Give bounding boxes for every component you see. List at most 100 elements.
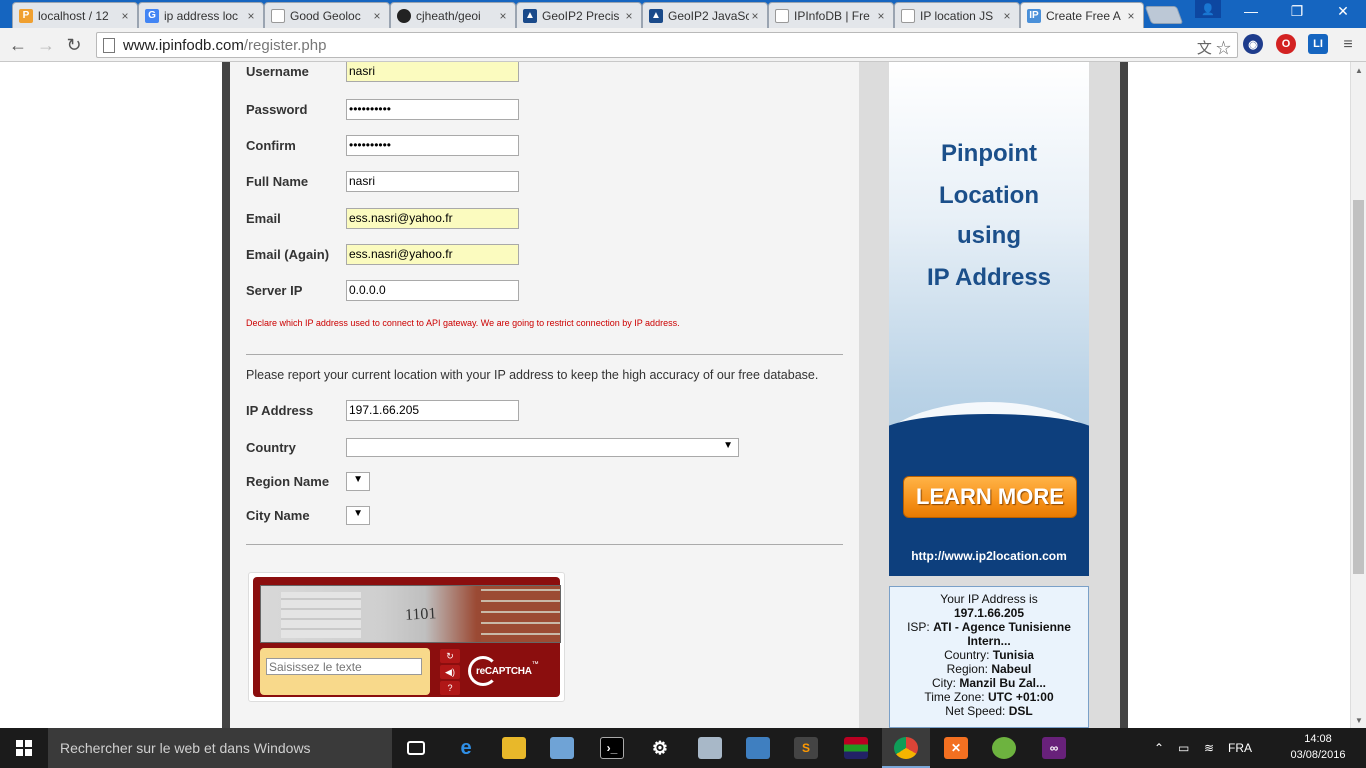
close-tab-icon[interactable]: × — [119, 9, 131, 23]
server-ip-input[interactable] — [346, 279, 519, 301]
ip2location-ad[interactable]: Pinpoint Location using IP Address LEARN… — [889, 62, 1089, 576]
spring-tool-icon[interactable] — [980, 728, 1028, 768]
page-info-icon[interactable] — [103, 37, 115, 53]
winrar-icon[interactable] — [832, 728, 880, 768]
network-app-icon[interactable] — [686, 728, 734, 768]
scrollbar-thumb[interactable] — [1353, 200, 1364, 574]
cmd-icon[interactable]: ›_ — [588, 728, 636, 768]
ad-line: Pinpoint — [941, 140, 1037, 167]
github-icon — [397, 8, 411, 23]
bookmark-star-icon[interactable]: 文 ☆ — [1197, 37, 1231, 58]
tab-create-free-account[interactable]: IP Create Free A × — [1020, 2, 1144, 28]
remote-desktop-icon[interactable] — [734, 728, 782, 768]
location-report-text: Please report your current location with… — [246, 368, 819, 382]
refresh-captcha-icon[interactable]: ↻ — [440, 649, 460, 663]
net-speed-value: DSL — [1008, 704, 1033, 718]
task-view-icon[interactable] — [392, 728, 440, 768]
close-tab-icon[interactable]: × — [1001, 9, 1013, 23]
battery-icon[interactable]: ▭ — [1178, 728, 1189, 768]
close-tab-icon[interactable]: × — [749, 9, 761, 23]
region-select[interactable]: ▼ — [346, 471, 370, 491]
menu-icon[interactable]: ≡ — [1336, 33, 1360, 57]
email-input[interactable] — [346, 207, 519, 229]
taskbar-search-box[interactable]: Rechercher sur le web et dans Windows — [48, 728, 392, 768]
audio-captcha-icon[interactable]: ◀) — [440, 665, 460, 679]
minimize-icon[interactable]: — — [1228, 0, 1274, 22]
tab-ip-location-js[interactable]: IP location JS × — [894, 2, 1020, 28]
extension-globe-icon[interactable]: ◉ — [1243, 34, 1263, 54]
visual-studio-icon[interactable]: ∞ — [1030, 728, 1078, 768]
notepad-icon[interactable] — [538, 728, 586, 768]
taskbar-clock[interactable]: 14:08 03/08/2016 — [1286, 731, 1350, 763]
settings-gear-icon[interactable]: ⚙ — [636, 728, 684, 768]
email-row: Email — [246, 207, 519, 229]
show-hidden-icons[interactable]: ⌃ — [1154, 728, 1164, 768]
password-input[interactable] — [346, 98, 519, 120]
reload-icon[interactable]: ↻ — [62, 33, 86, 57]
close-window-icon[interactable]: ✕ — [1320, 0, 1366, 22]
region-info-label: Region: — [946, 662, 988, 676]
close-tab-icon[interactable]: × — [1125, 9, 1137, 23]
city-row: City Name ▼ — [246, 504, 370, 526]
registration-form: Username Password Confirm Full Name Emai… — [230, 62, 859, 728]
clock-date: 03/08/2016 — [1290, 749, 1346, 761]
file-explorer-icon[interactable] — [490, 728, 538, 768]
xampp-icon[interactable]: ✕ — [932, 728, 980, 768]
divider — [246, 354, 843, 355]
email-again-input[interactable] — [346, 243, 519, 265]
close-tab-icon[interactable]: × — [245, 9, 257, 23]
close-tab-icon[interactable]: × — [497, 9, 509, 23]
sublime-text-icon[interactable]: S — [782, 728, 830, 768]
extension-opera-icon[interactable]: O — [1276, 34, 1296, 54]
country-select[interactable]: ▼ — [346, 437, 739, 457]
page-scrollbar[interactable]: ▲ ▼ — [1350, 62, 1366, 728]
close-tab-icon[interactable]: × — [623, 9, 635, 23]
clock-time: 14:08 — [1304, 733, 1332, 745]
scroll-up-icon[interactable]: ▲ — [1351, 62, 1366, 78]
input-language-indicator[interactable]: FRA — [1228, 728, 1252, 768]
tab-localhost[interactable]: P localhost / 12 × — [12, 2, 138, 28]
username-input[interactable] — [346, 62, 519, 82]
ip-address-input[interactable] — [346, 399, 519, 421]
divider — [246, 544, 843, 545]
tab-geoip2-precis[interactable]: ▲ GeoIP2 Precis × — [516, 2, 642, 28]
full-name-input[interactable] — [346, 170, 519, 192]
start-button[interactable] — [0, 728, 48, 768]
ip-address-row: IP Address — [246, 399, 519, 421]
tab-title: localhost / 12 — [38, 8, 109, 23]
tab-ipinfodb[interactable]: IPInfoDB | Fre × — [768, 2, 894, 28]
region-name-label: Region Name — [246, 473, 330, 489]
city-select[interactable]: ▼ — [346, 505, 370, 525]
server-ip-hint: Declare which IP address used to connect… — [246, 318, 680, 328]
wifi-icon[interactable]: ≋ — [1204, 728, 1214, 768]
restore-icon[interactable]: ❐ — [1274, 0, 1320, 22]
windows-logo-icon — [16, 740, 32, 756]
forward-arrow-icon[interactable]: → — [34, 33, 58, 57]
back-arrow-icon[interactable]: ← — [6, 33, 30, 57]
tab-ip-address-loc[interactable]: G ip address loc × — [138, 2, 264, 28]
close-tab-icon[interactable]: × — [875, 9, 887, 23]
ad-line: IP Address — [926, 264, 1052, 291]
chrome-icon[interactable] — [882, 728, 930, 768]
help-captcha-icon[interactable]: ? — [440, 681, 460, 695]
extension-li-icon[interactable]: LI — [1308, 34, 1328, 54]
learn-more-button[interactable]: LEARN MORE — [903, 476, 1077, 518]
dropdown-arrow-icon: ▼ — [353, 507, 363, 519]
close-tab-icon[interactable]: × — [371, 9, 383, 23]
tab-title: cjheath/geoi — [416, 8, 481, 23]
tab-cjheath[interactable]: cjheath/geoi × — [390, 2, 516, 28]
ad-url-link[interactable]: http://www.ip2location.com — [889, 549, 1089, 563]
address-bar[interactable]: www.ipinfodb.com/register.php 文 ☆ — [96, 32, 1238, 58]
confirm-password-input[interactable] — [346, 134, 519, 156]
recaptcha-logo: reCAPTCHA ™ — [468, 653, 543, 689]
server-ip-label: Server IP — [246, 282, 303, 298]
new-tab-button[interactable] — [1144, 6, 1184, 24]
country-label: Country — [246, 439, 296, 455]
user-profile-icon[interactable]: 👤 — [1195, 0, 1221, 18]
url-path: /register.php — [243, 36, 327, 54]
tab-geoip2-javasc[interactable]: ▲ GeoIP2 JavaSc × — [642, 2, 768, 28]
tab-good-geoloc[interactable]: Good Geoloc × — [264, 2, 390, 28]
edge-icon[interactable]: e — [442, 728, 490, 768]
captcha-response-input[interactable] — [266, 658, 422, 675]
scroll-down-icon[interactable]: ▼ — [1351, 712, 1366, 728]
